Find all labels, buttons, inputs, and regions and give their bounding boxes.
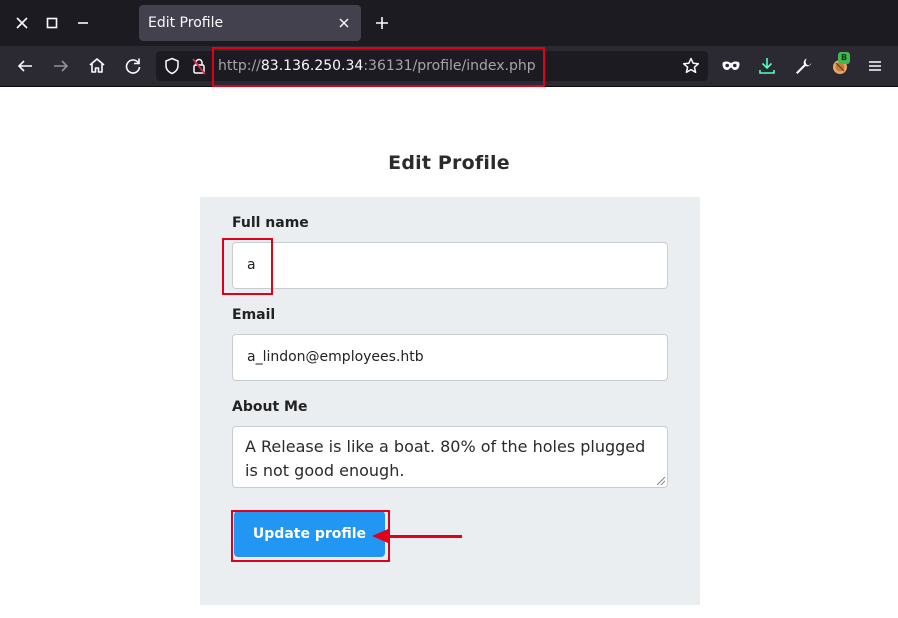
- arrow-left-icon: [17, 60, 32, 72]
- star-icon: [682, 57, 700, 74]
- resize-handle-icon[interactable]: [657, 477, 665, 485]
- lock-slash-icon: [192, 58, 206, 75]
- wrench-icon: [796, 58, 812, 74]
- maximize-icon: [46, 17, 58, 29]
- downloads-button[interactable]: [755, 54, 779, 78]
- home-icon: [89, 58, 105, 73]
- private-browsing-indicator: [719, 54, 743, 78]
- close-icon: [339, 18, 349, 28]
- plus-icon: [376, 17, 388, 29]
- shield-icon: [165, 57, 179, 75]
- url-highlight-box: [212, 47, 545, 87]
- close-icon: [16, 17, 28, 29]
- extension-badge: B: [838, 52, 850, 64]
- extension-button[interactable]: B: [828, 52, 852, 78]
- annotation-arrow-shaft: [384, 535, 462, 538]
- mask-icon: [722, 61, 740, 70]
- active-tab[interactable]: Edit Profile: [139, 5, 361, 41]
- home-button[interactable]: [85, 54, 109, 78]
- arrow-right-icon: [54, 60, 69, 72]
- annotation-arrow-icon: [372, 529, 388, 543]
- minimize-window-button[interactable]: [71, 10, 95, 36]
- about-me-textarea[interactable]: A Release is like a boat. 80% of the hol…: [232, 426, 668, 488]
- full-name-input[interactable]: a: [232, 242, 668, 289]
- forward-button[interactable]: [49, 54, 73, 78]
- about-me-text: A Release is like a boat. 80% of the hol…: [245, 437, 646, 480]
- reload-icon: [125, 58, 141, 74]
- maximize-window-button[interactable]: [40, 10, 64, 36]
- page-title: Edit Profile: [388, 152, 510, 174]
- new-tab-button[interactable]: [370, 11, 394, 35]
- bookmark-button[interactable]: [679, 54, 703, 78]
- email-input[interactable]: a_lindon@employees.htb: [232, 334, 668, 381]
- reload-button[interactable]: [121, 54, 145, 78]
- hamburger-icon: [869, 61, 881, 71]
- button-highlight-box: [231, 510, 390, 562]
- tracking-protection-button[interactable]: [160, 54, 184, 78]
- full-name-highlight-box: [222, 238, 273, 295]
- tab-close-button[interactable]: [335, 14, 353, 32]
- email-label: Email: [232, 307, 276, 323]
- tools-button[interactable]: [791, 54, 815, 78]
- minimize-icon: [78, 22, 88, 24]
- app-menu-button[interactable]: [863, 54, 887, 78]
- browser-titlebar: Edit Profile: [0, 0, 898, 46]
- tab-title: Edit Profile: [148, 15, 224, 31]
- about-me-label: About Me: [232, 399, 308, 415]
- connection-security-button[interactable]: [187, 54, 211, 78]
- full-name-label: Full name: [232, 215, 309, 231]
- download-icon: [759, 58, 775, 74]
- close-window-button[interactable]: [10, 10, 34, 36]
- back-button[interactable]: [13, 54, 37, 78]
